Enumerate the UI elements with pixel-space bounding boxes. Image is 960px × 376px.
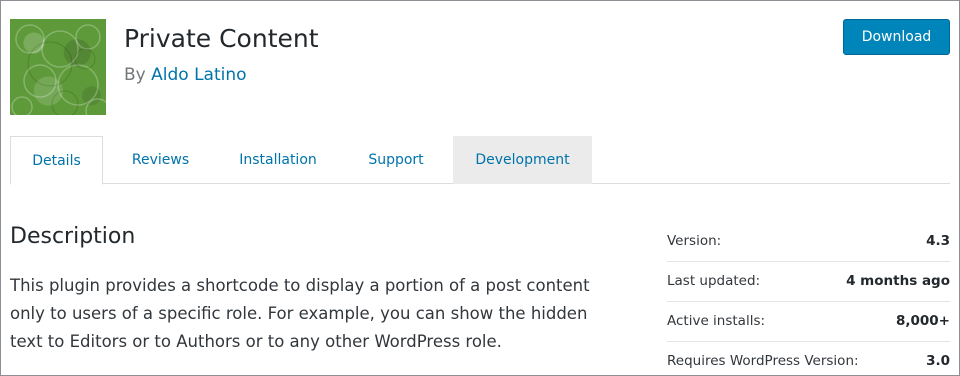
meta-value: 4 months ago <box>846 273 950 289</box>
by-prefix: By <box>124 65 152 85</box>
plugin-tabs: Details Reviews Installation Support Dev… <box>10 136 950 185</box>
meta-row-last-updated: Last updated: 4 months ago <box>667 262 950 302</box>
tab-reviews[interactable]: Reviews <box>103 136 218 184</box>
plugin-banner-image <box>10 19 106 115</box>
meta-key: Last updated: <box>667 273 761 289</box>
meta-key: Active installs: <box>667 313 766 329</box>
tab-details[interactable]: Details <box>10 136 103 185</box>
meta-key: Requires WordPress Version: <box>667 353 859 369</box>
meta-value: 8,000+ <box>895 313 950 329</box>
plugin-byline: By Aldo Latino <box>124 65 247 85</box>
description-heading: Description <box>10 224 136 249</box>
meta-row-requires-wp: Requires WordPress Version: 3.0 <box>667 342 950 376</box>
tab-installation[interactable]: Installation <box>218 136 338 184</box>
description-text: This plugin provides a shortcode to disp… <box>10 276 590 351</box>
tab-development[interactable]: Development <box>453 136 592 184</box>
meta-value: 3.0 <box>926 353 950 369</box>
plugin-title: Private Content <box>124 24 319 53</box>
tab-support[interactable]: Support <box>338 136 454 184</box>
download-button[interactable]: Download <box>843 19 950 55</box>
author-link[interactable]: Aldo Latino <box>151 65 246 85</box>
meta-row-version: Version: 4.3 <box>667 222 950 262</box>
meta-key: Version: <box>667 233 722 249</box>
meta-value: 4.3 <box>926 233 950 249</box>
plugin-meta-list: Version: 4.3 Last updated: 4 months ago … <box>667 222 950 376</box>
meta-row-active-installs: Active installs: 8,000+ <box>667 302 950 342</box>
